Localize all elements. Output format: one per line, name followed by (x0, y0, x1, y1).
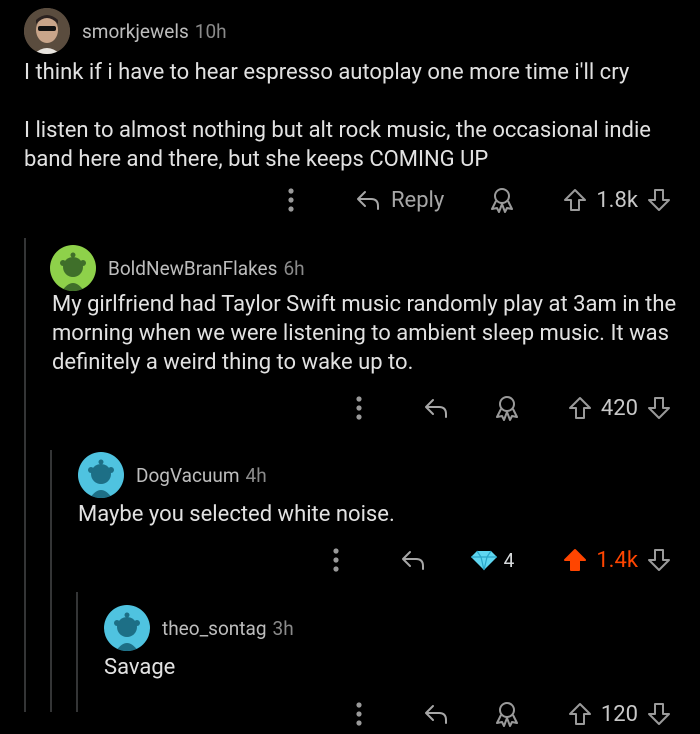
avatar[interactable] (50, 245, 96, 291)
downvote-button[interactable] (646, 187, 672, 213)
award-icon (495, 702, 518, 727)
downvote-icon (648, 397, 670, 419)
more-vertical-icon (333, 548, 339, 572)
user-photo-avatar-icon (24, 8, 70, 54)
reply-button[interactable] (423, 703, 449, 725)
comment-body: Maybe you selected white noise. (78, 502, 395, 527)
awards-display[interactable]: 4 (470, 548, 515, 572)
more-vertical-icon (356, 396, 362, 420)
reply-button[interactable] (400, 549, 426, 571)
upvote-icon (564, 549, 587, 571)
reply-button[interactable] (423, 397, 449, 419)
more-options-button[interactable] (287, 187, 295, 213)
username[interactable]: DogVacuum (136, 464, 240, 487)
score: 1.8k (596, 187, 638, 213)
comment-body: My girlfriend had Taylor Swift music ran… (52, 292, 682, 375)
thread-line[interactable] (50, 592, 52, 712)
downvote-icon (648, 549, 670, 571)
username[interactable]: smorkjewels (82, 20, 189, 43)
comment-age: 3h (272, 616, 294, 640)
more-options-button[interactable] (355, 701, 363, 727)
award-button[interactable] (493, 394, 521, 422)
comment-actions: Reply 1.8k (287, 180, 672, 220)
reply-arrow-icon (424, 399, 447, 418)
award-count: 4 (503, 548, 515, 572)
comment-actions: 120 (355, 694, 672, 734)
diamond-award-icon (470, 550, 497, 571)
comment-age: 10h (194, 19, 227, 43)
comment-body: Savage (104, 655, 176, 680)
comment-header: DogVacuum 4h (78, 452, 267, 498)
upvote-button[interactable] (562, 547, 588, 573)
reply-arrow-icon (424, 705, 447, 724)
comment-age: 6h (283, 256, 305, 280)
upvote-icon (564, 189, 587, 211)
downvote-button[interactable] (646, 395, 672, 421)
award-button[interactable] (488, 186, 516, 214)
score: 1.4k (596, 547, 638, 573)
reply-button[interactable]: Reply (355, 188, 444, 213)
avatar[interactable] (104, 605, 150, 651)
username[interactable]: theo_sontag (162, 617, 267, 640)
upvote-button[interactable] (562, 187, 588, 213)
upvote-icon (568, 703, 591, 725)
snoo-avatar-icon (88, 459, 114, 498)
award-button[interactable] (493, 700, 521, 728)
downvote-icon (648, 703, 670, 725)
award-icon (495, 396, 518, 421)
comment-actions: 420 (355, 388, 672, 428)
award-icon (491, 188, 514, 213)
comment-header: smorkjewels 10h (24, 8, 227, 54)
comment-header: theo_sontag 3h (104, 605, 294, 651)
downvote-button[interactable] (646, 547, 672, 573)
avatar[interactable] (78, 452, 124, 498)
score: 120 (600, 701, 638, 727)
more-options-button[interactable] (332, 547, 340, 573)
upvote-button[interactable] (567, 395, 593, 421)
comment-header: BoldNewBranFlakes 6h (50, 245, 305, 291)
downvote-icon (648, 189, 670, 211)
upvote-button[interactable] (567, 701, 593, 727)
reply-arrow-icon (356, 191, 379, 210)
comment-body: I think if i have to hear espresso autop… (24, 60, 651, 172)
comment-age: 4h (245, 463, 267, 487)
reply-arrow-icon (401, 551, 424, 570)
username[interactable]: BoldNewBranFlakes (108, 257, 277, 280)
thread-line[interactable] (76, 592, 78, 712)
snoo-avatar-icon (60, 252, 86, 291)
reply-label: Reply (390, 187, 445, 213)
thread-line[interactable] (24, 592, 26, 712)
downvote-button[interactable] (646, 701, 672, 727)
upvote-icon (568, 397, 591, 419)
more-options-button[interactable] (355, 395, 363, 421)
more-vertical-icon (356, 702, 362, 726)
comment-actions: 4 1.4k (332, 540, 672, 580)
avatar[interactable] (24, 8, 70, 54)
more-vertical-icon (288, 188, 294, 212)
score: 420 (600, 395, 638, 421)
snoo-avatar-icon (114, 612, 140, 651)
